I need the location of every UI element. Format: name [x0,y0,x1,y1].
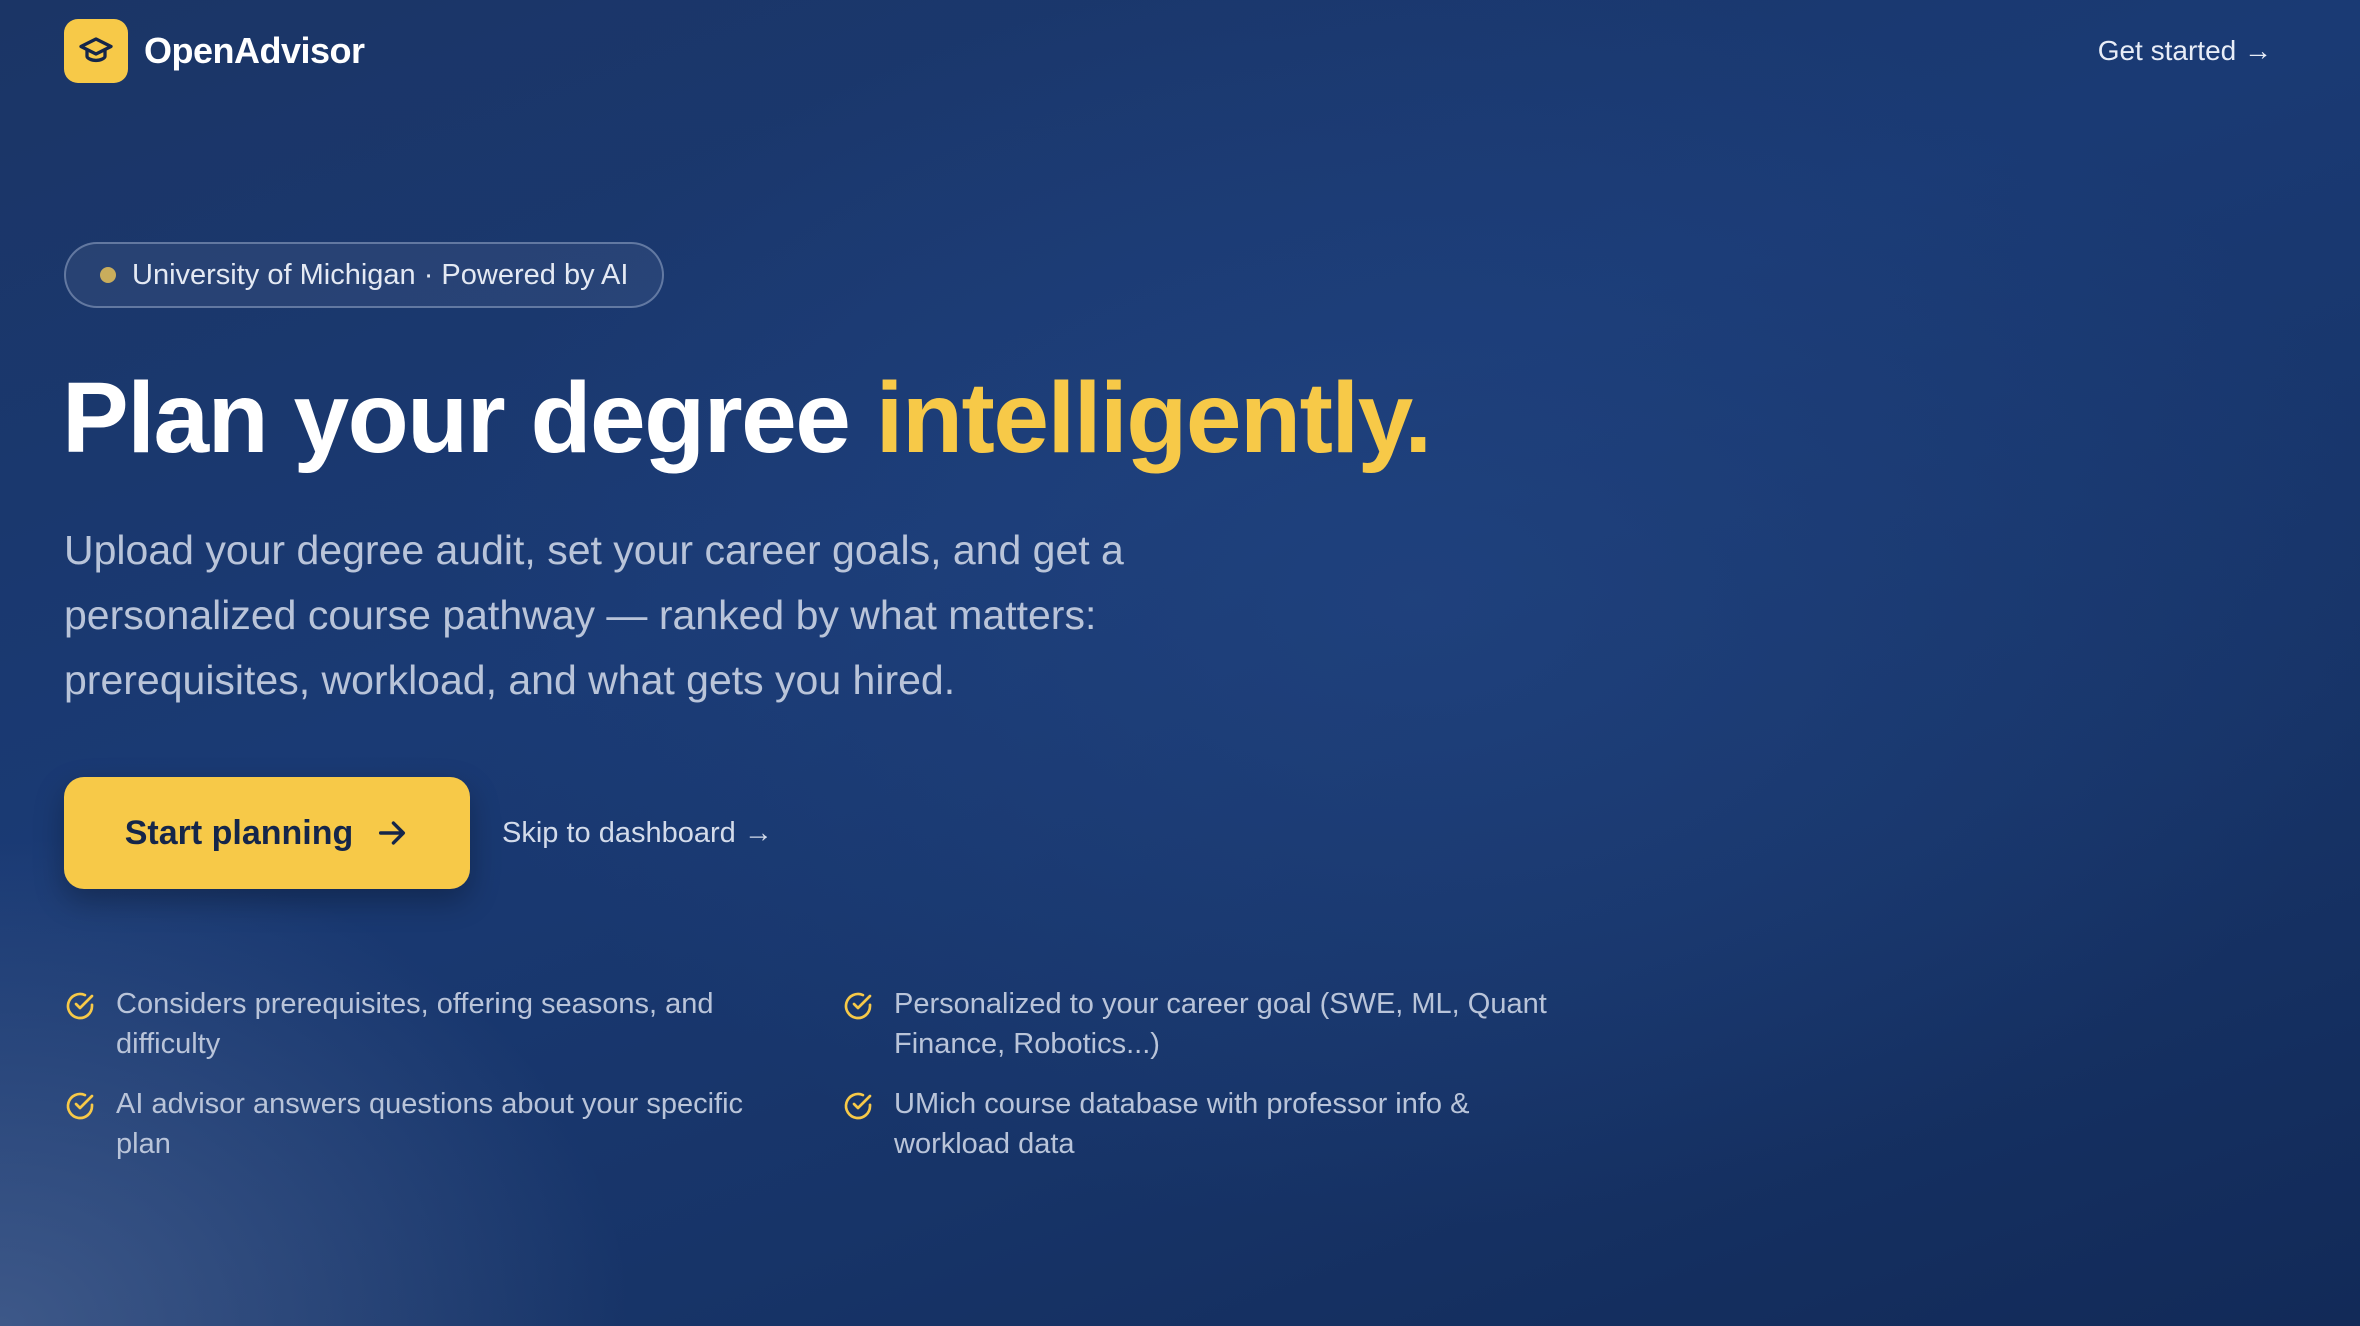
feature-text: Considers prerequisites, offering season… [116,988,714,1060]
feature-text: UMich course database with professor inf… [894,1088,1470,1160]
check-circle-icon [844,992,872,1020]
cta-row: Start planning Skip to dashboard → [64,777,773,889]
headline-main: Plan your degree [62,362,876,474]
check-circle-icon [66,992,94,1020]
brand-logo [64,19,128,83]
university-badge: University of Michigan · Powered by AI [64,242,665,308]
top-nav: OpenAdvisor Get started → [64,18,2296,84]
feature-item: UMich course database with professor inf… [842,1084,1582,1164]
feature-text: Personalized to your career goal (SWE, M… [894,988,1547,1060]
feature-text: AI advisor answers questions about your … [116,1088,744,1160]
landing-page: OpenAdvisor Get started → University of … [0,0,2360,1326]
headline-accent: intelligently. [875,362,1432,474]
skip-to-dashboard-link[interactable]: Skip to dashboard → [502,817,773,850]
check-circle-icon [844,1092,872,1120]
check-circle-icon [66,1092,94,1120]
feature-list: Considers prerequisites, offering season… [64,984,1584,1164]
arrow-right-icon [379,821,406,845]
brand-name: OpenAdvisor [144,30,365,71]
graduation-cap-icon [79,37,113,63]
status-dot [100,267,116,283]
badge-text: University of Michigan · Powered by AI [132,258,629,291]
feature-item: AI advisor answers questions about your … [64,1084,842,1164]
start-planning-button[interactable]: Start planning [64,777,470,889]
brand[interactable]: OpenAdvisor [64,19,365,83]
feature-item: Personalized to your career goal (SWE, M… [842,984,1582,1064]
hero-subtitle: Upload your degree audit, set your caree… [64,527,1124,703]
start-planning-label: Start planning [124,813,354,852]
get-started-link[interactable]: Get started → [2098,35,2272,67]
feature-item: Considers prerequisites, offering season… [64,984,842,1064]
hero-headline: Plan your degree intelligently. [62,358,1432,478]
